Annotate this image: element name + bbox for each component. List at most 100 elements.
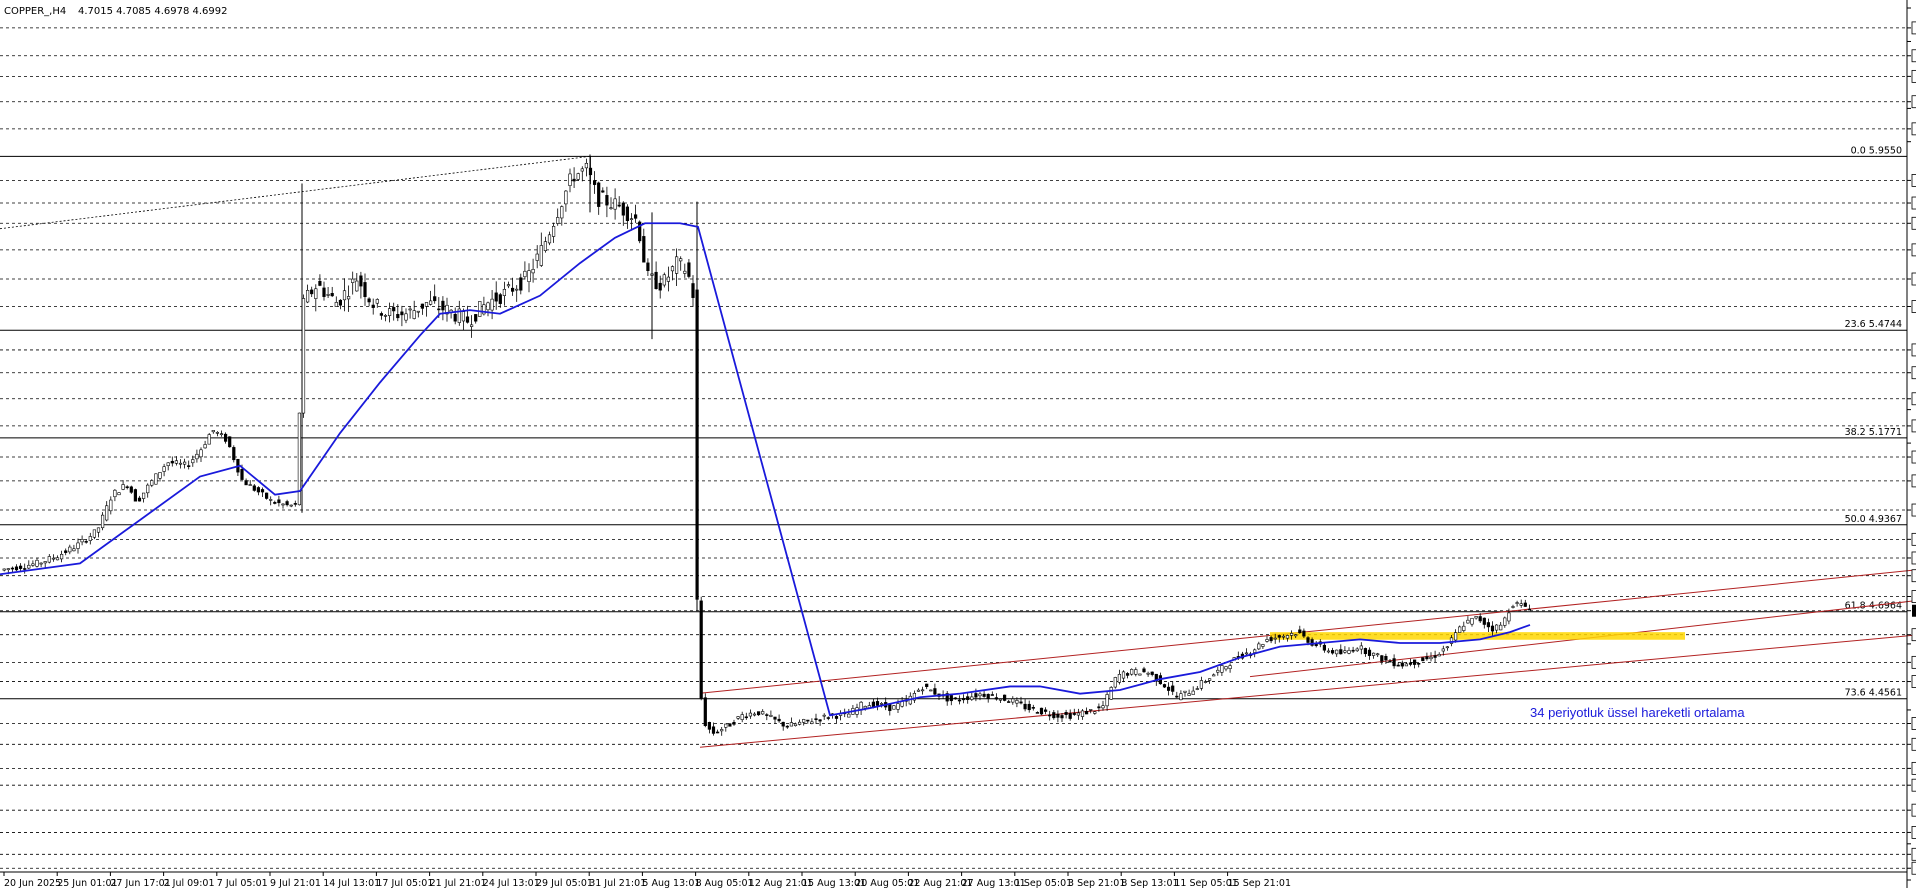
candle-body	[117, 492, 121, 496]
candle-body	[195, 453, 199, 460]
candle-body	[154, 473, 158, 485]
candle-body	[404, 313, 408, 321]
candle-body	[474, 314, 478, 322]
candle-body	[605, 195, 609, 206]
candle-body	[506, 284, 511, 287]
candle-body	[957, 699, 962, 702]
candle-body	[994, 697, 998, 700]
time-tick-label: 3 Sep 21:01	[1068, 878, 1125, 888]
candle-body	[322, 287, 326, 297]
candle-body	[109, 499, 113, 512]
candle-body	[289, 504, 293, 507]
candle-body	[1404, 663, 1408, 667]
candle-body	[769, 714, 773, 717]
candle-body	[1208, 678, 1212, 681]
candle-body	[1117, 673, 1121, 683]
candle-body	[1363, 648, 1367, 655]
candle-body	[1089, 709, 1093, 711]
support-zone	[1270, 632, 1685, 640]
candle-body	[752, 713, 757, 716]
candle-body	[84, 541, 88, 543]
candle-body	[64, 550, 68, 553]
candle-body	[1216, 669, 1220, 673]
candle-body	[613, 198, 617, 210]
candle-body	[392, 307, 396, 312]
candle-body	[1060, 715, 1064, 719]
candle-body	[691, 283, 695, 298]
candle-body	[646, 262, 650, 272]
candle-body	[101, 514, 105, 529]
candle-body	[1458, 626, 1462, 633]
candle-body	[892, 705, 896, 710]
fib-level-label: 61.8 4.6964	[1845, 601, 1902, 612]
candle-body	[162, 466, 166, 472]
candle-body	[1031, 707, 1035, 709]
candle-body	[560, 206, 564, 219]
candle-body	[1093, 711, 1097, 714]
candle-body	[199, 449, 203, 458]
candle-body	[1400, 662, 1404, 667]
candle-body	[6, 568, 10, 571]
candle-body	[1490, 625, 1495, 632]
candle-body	[543, 241, 547, 251]
candle-body	[1228, 665, 1232, 669]
candle-body	[966, 696, 970, 700]
price-chart[interactable]: COPPER_,H4 4.7015 4.7085 4.6978 4.6992 0…	[0, 0, 1916, 888]
candle-body	[879, 703, 884, 705]
candle-body	[88, 536, 92, 541]
candle-body	[1257, 643, 1261, 650]
candle-body	[814, 718, 818, 721]
candle-body	[1146, 672, 1150, 675]
time-tick-label: 24 Jul 13:01	[483, 878, 540, 888]
candle-body	[961, 697, 966, 701]
candle-body	[1408, 662, 1413, 665]
candle-body	[584, 162, 588, 169]
candle-body	[1281, 635, 1285, 638]
candle-body	[301, 298, 306, 414]
candle-body	[1511, 606, 1515, 608]
candle-body	[416, 310, 420, 313]
candle-body	[76, 542, 80, 549]
time-tick-label: 1 Sep 05:01	[1015, 878, 1072, 888]
candle-body	[740, 714, 744, 720]
candle-body	[424, 302, 429, 307]
candle-body	[1224, 666, 1228, 670]
time-tick-label: 31 Jul 21:01	[589, 878, 646, 888]
candle-body	[72, 548, 76, 552]
candle-body	[826, 717, 830, 719]
candle-body	[1076, 712, 1080, 716]
candle-body	[1044, 709, 1048, 712]
candle-body	[27, 564, 31, 569]
candle-body	[1388, 660, 1392, 663]
candle-body	[683, 270, 687, 274]
candle-body	[625, 206, 629, 222]
candle-body	[666, 276, 670, 282]
candle-body	[724, 723, 728, 728]
candle-body	[1195, 688, 1199, 690]
candle-body	[1068, 713, 1072, 719]
candle-body	[256, 487, 261, 493]
candle-body	[92, 529, 96, 538]
candle-body	[1002, 694, 1007, 701]
candle-body	[203, 444, 207, 449]
candle-body	[1080, 710, 1085, 717]
candle-body	[847, 713, 851, 718]
candle-body	[1130, 669, 1134, 675]
candle-body	[662, 274, 666, 286]
candle-body	[875, 701, 880, 706]
candle-body	[31, 563, 35, 566]
candle-body	[281, 503, 285, 506]
candle-body	[510, 287, 515, 292]
candle-body	[23, 568, 27, 570]
time-tick-label: 29 Jul 05:01	[536, 878, 593, 888]
candle-body	[59, 553, 64, 560]
candle-body	[556, 217, 560, 224]
candle-body	[1015, 700, 1019, 704]
time-tick-label: 25 Jun 01:01	[57, 878, 117, 888]
candle-body	[974, 693, 978, 698]
candle-body	[1097, 706, 1101, 709]
fib-level-label: 38.2 5.1771	[1845, 427, 1902, 438]
candle-body	[1007, 701, 1011, 703]
candle-body	[1527, 608, 1531, 611]
candle-body	[1495, 624, 1499, 631]
